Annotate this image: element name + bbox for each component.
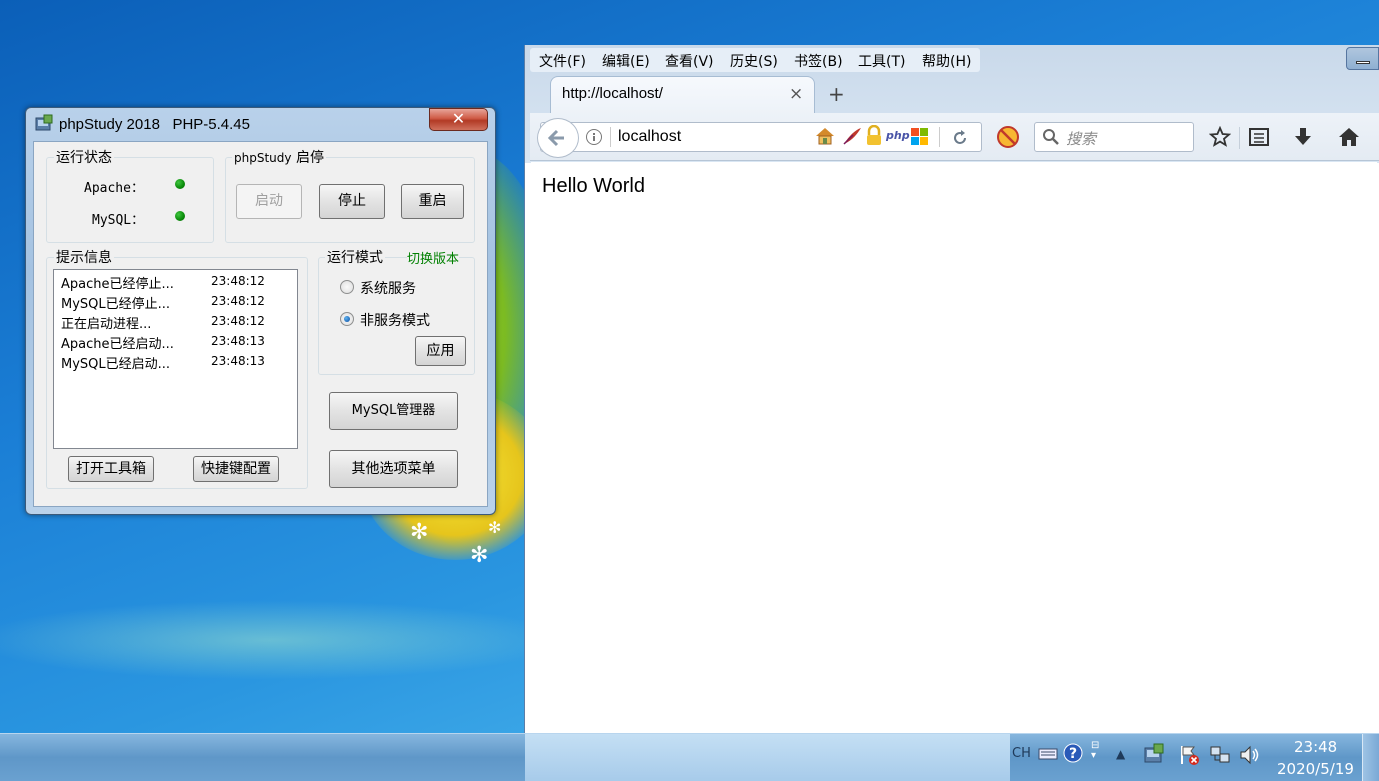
wallpaper-flower-icon: ✻ [488,518,502,537]
menu-item[interactable]: 文件(F) [539,51,586,71]
svg-text:?: ? [1069,746,1077,762]
phpstudy-close-button[interactable]: ✕ [429,108,488,131]
bookmark-star-icon[interactable] [1209,126,1231,148]
log-message: 正在启动进程... [61,317,152,332]
menu-item[interactable]: 查看(V) [665,51,714,71]
other-options-button[interactable]: 其他选项菜单 [329,450,458,488]
back-arrow-icon [547,129,564,147]
clock-time[interactable]: 23:48 [1294,738,1337,756]
new-tab-button[interactable]: + [828,82,845,106]
minimize-icon [1356,61,1370,64]
mysql-manager-button[interactable]: MySQL管理器 [329,392,458,430]
open-toolbox-button[interactable]: 打开工具箱 [68,456,154,482]
url-separator-2 [939,127,940,147]
ime-options-icon[interactable]: ⊟ ▾ [1091,741,1099,761]
bookmarks-menu-icon[interactable] [1248,127,1270,147]
keyboard-icon[interactable] [1038,746,1058,762]
log-time: 23:48:12 [211,274,265,288]
help-icon[interactable]: ? [1063,743,1083,763]
phpstudy-tray-icon[interactable] [1142,742,1166,766]
status-group-label: 运行状态 [54,147,114,167]
start-button[interactable]: 启动 [236,184,302,219]
language-indicator[interactable]: CH [1012,746,1031,761]
stop-button[interactable]: 停止 [319,184,385,219]
apply-button[interactable]: 应用 [415,336,466,366]
mysql-status-led [175,211,185,221]
search-icon [1043,129,1059,145]
url-separator [610,127,611,147]
log-message: Apache已经启动... [61,337,174,352]
control-group-label: phpStudy 启停 [232,147,326,167]
phpstudy-window-title: phpStudy 2018 PHP-5.4.45 [59,116,250,133]
page-hello-text: Hello World [542,175,645,197]
menu-item[interactable]: 工具(T) [858,51,905,71]
close-icon: ✕ [451,109,466,128]
log-message: MySQL已经启动... [61,357,171,372]
lock-addon-icon[interactable] [865,125,883,147]
reload-icon[interactable] [950,128,970,148]
status-groupbox [46,157,214,243]
home-addon-icon[interactable] [814,126,836,146]
tab-title: http://localhost/ [562,85,663,102]
log-group-label: 提示信息 [54,247,114,267]
control-label-prefix: phpStudy [234,151,292,165]
feather-addon-icon[interactable] [841,126,863,146]
menu-item[interactable]: 帮助(H) [922,51,971,71]
log-time: 23:48:13 [211,354,265,368]
phpstudy-title-text: phpStudy 2018 [59,116,160,133]
restart-button[interactable]: 重启 [401,184,464,219]
wallpaper-flower-icon: ✻ [470,543,489,568]
log-time: 23:48:12 [211,314,265,328]
php-addon-icon[interactable]: php [886,129,910,142]
url-text[interactable]: localhost [618,128,681,146]
switch-version-link[interactable]: 切换版本 [407,248,460,267]
tab-close-icon[interactable]: × [789,84,803,104]
wallpaper-flower-icon: ✻ [410,520,429,545]
clock-date[interactable]: 2020/5/19 [1277,760,1354,778]
wallpaper-glow [0,600,570,680]
control-label-suffix: 启停 [295,150,324,166]
non-service-label[interactable]: 非服务模式 [360,310,430,330]
non-service-radio[interactable] [340,312,354,326]
phpstudy-app-icon [35,114,53,131]
toolbar-separator [1239,127,1240,149]
volume-icon[interactable] [1238,744,1262,766]
page-content [531,162,1377,733]
adblock-icon[interactable] [996,125,1020,149]
menu-item[interactable]: 书签(B) [794,51,843,71]
system-service-radio[interactable] [340,280,354,294]
shortcut-config-button[interactable]: 快捷键配置 [193,456,279,482]
taskbar-active-area[interactable] [525,734,1010,781]
back-button[interactable] [537,118,579,158]
show-hidden-icons-icon[interactable]: ▲ [1116,747,1125,761]
action-center-flag-icon[interactable] [1178,744,1200,766]
menu-item[interactable]: 历史(S) [730,51,778,71]
log-message: Apache已经停止... [61,277,174,292]
log-message: MySQL已经停止... [61,297,171,312]
mode-group-label: 运行模式 [325,247,385,267]
download-icon[interactable] [1292,126,1314,148]
log-time: 23:48:12 [211,294,265,308]
search-placeholder: 搜索 [1066,130,1097,148]
windows-addon-icon[interactable] [911,128,929,146]
info-icon[interactable] [585,128,603,146]
apache-status-led [175,179,185,189]
menu-item[interactable]: 编辑(E) [602,51,650,71]
mysql-label: MySQL： [92,213,145,228]
home-icon[interactable] [1337,126,1361,148]
show-desktop-button[interactable] [1362,734,1379,781]
apache-label: Apache： [84,181,144,196]
php-version-text: PHP-5.4.45 [172,116,250,133]
system-service-label[interactable]: 系统服务 [360,278,416,298]
browser-minimize-button[interactable] [1346,47,1379,70]
log-time: 23:48:13 [211,334,265,348]
network-icon[interactable] [1209,744,1231,766]
